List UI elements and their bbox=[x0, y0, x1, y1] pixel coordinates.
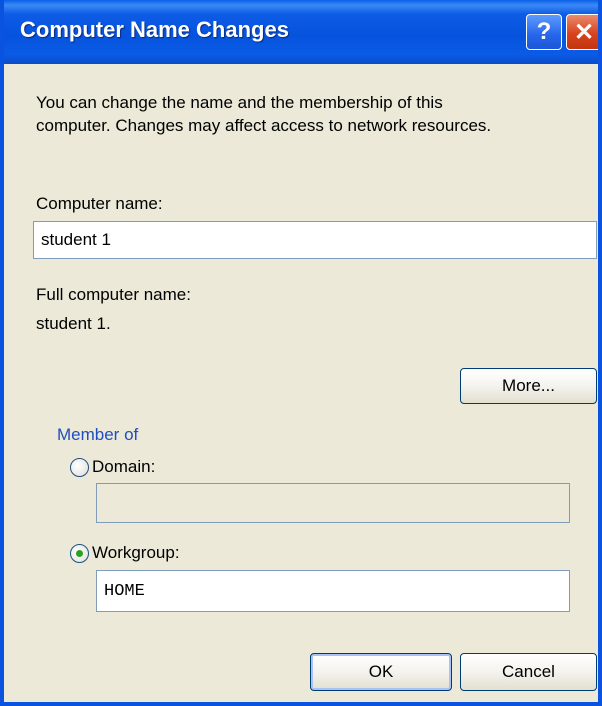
computer-name-value: student 1 bbox=[41, 230, 111, 249]
close-icon: ✕ bbox=[573, 18, 595, 46]
computer-name-input[interactable]: student 1 bbox=[33, 221, 597, 259]
computer-name-changes-dialog: Computer Name Changes ? ✕ You can change… bbox=[0, 0, 602, 706]
title-bar[interactable]: Computer Name Changes ? ✕ bbox=[4, 0, 598, 64]
workgroup-radio[interactable] bbox=[70, 544, 89, 563]
help-icon: ? bbox=[536, 18, 552, 45]
domain-label[interactable]: Domain: bbox=[92, 456, 155, 478]
workgroup-label[interactable]: Workgroup: bbox=[92, 542, 180, 564]
workgroup-value: HOME bbox=[104, 581, 145, 601]
full-computer-name-label: Full computer name: bbox=[36, 285, 191, 304]
domain-input[interactable] bbox=[96, 483, 570, 523]
ok-button[interactable]: OK bbox=[310, 653, 452, 691]
cancel-button[interactable]: Cancel bbox=[460, 653, 597, 691]
domain-radio[interactable] bbox=[70, 458, 89, 477]
more-button[interactable]: More... bbox=[460, 368, 597, 404]
full-computer-name-value: student 1. bbox=[36, 314, 111, 333]
description-line-1: You can change the name and the membersh… bbox=[36, 93, 443, 112]
workgroup-input[interactable]: HOME bbox=[96, 570, 570, 612]
close-button[interactable]: ✕ bbox=[566, 14, 598, 50]
member-of-group-label: Member of bbox=[57, 425, 139, 444]
dialog-description: You can change the name and the membersh… bbox=[36, 91, 491, 137]
help-button[interactable]: ? bbox=[526, 14, 562, 50]
description-line-2: computer. Changes may affect access to n… bbox=[36, 116, 492, 135]
dialog-title: Computer Name Changes bbox=[20, 17, 289, 42]
radio-selected-indicator bbox=[76, 550, 83, 557]
computer-name-label: Computer name: bbox=[36, 194, 163, 213]
